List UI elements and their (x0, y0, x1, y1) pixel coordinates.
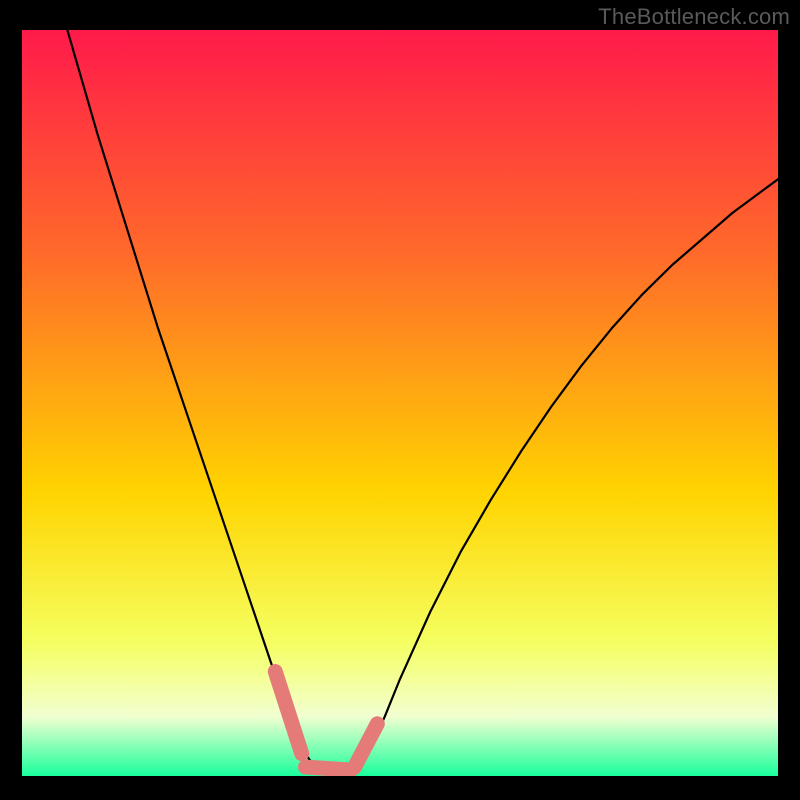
plot-area (22, 30, 778, 776)
chart-svg (22, 30, 778, 776)
chart-container: TheBottleneck.com (0, 0, 800, 800)
bottom-marker (306, 767, 351, 770)
gradient-background (22, 30, 778, 776)
watermark-text: TheBottleneck.com (598, 4, 790, 30)
